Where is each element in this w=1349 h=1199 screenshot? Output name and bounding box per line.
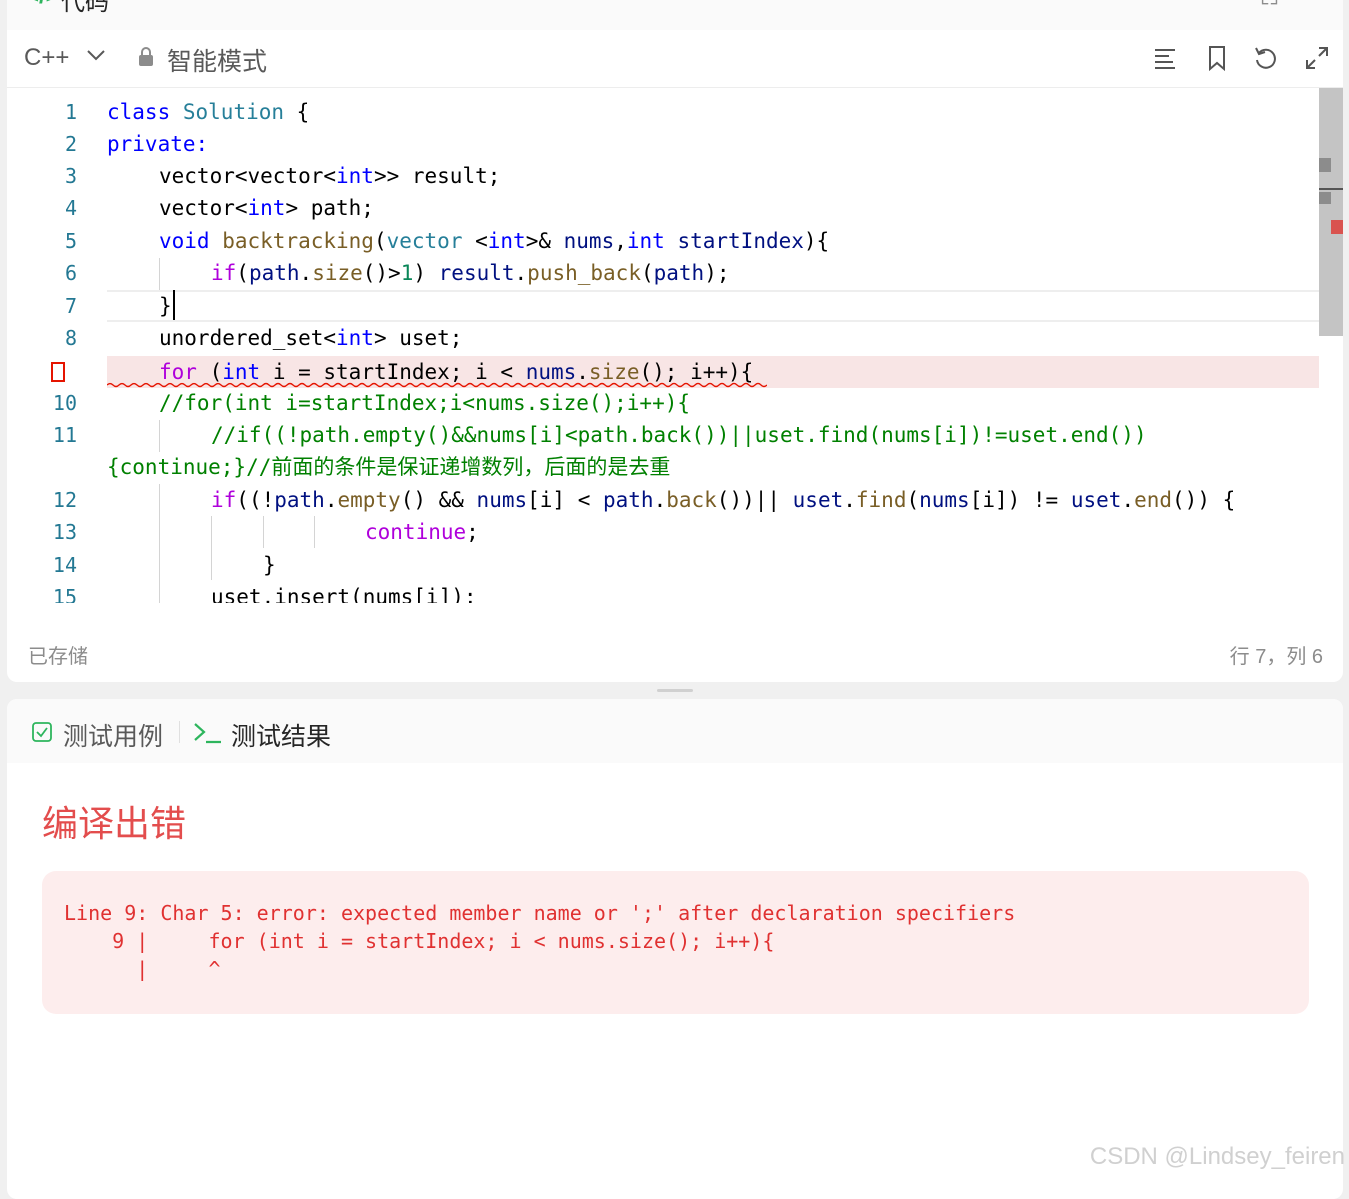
code-line: 11 //if((!path.empty()&&nums[i]<path.bac… bbox=[52, 423, 1147, 447]
scroll-marker bbox=[1319, 192, 1331, 204]
cursor-position: 行 7，列 6 bbox=[1229, 646, 1323, 668]
compile-error-title: 编译出错 bbox=[42, 803, 187, 844]
scroll-marker bbox=[1319, 188, 1343, 190]
test-tabs: 测试用例 测试结果 bbox=[7, 699, 1343, 763]
editor-scrollbar[interactable] bbox=[1319, 88, 1343, 336]
reset-icon[interactable] bbox=[1252, 44, 1280, 72]
code-line: 5 void backtracking(vector <int>& nums,i… bbox=[64, 229, 830, 253]
error-line: | ^ bbox=[64, 957, 221, 981]
status-bar: 已存储 行 7，列 6 bbox=[7, 622, 1343, 682]
bookmark-icon[interactable] bbox=[1203, 44, 1231, 72]
code-line: 2 private: bbox=[64, 132, 209, 156]
saved-status: 已存储 bbox=[28, 646, 88, 668]
panel-resize-handle[interactable] bbox=[657, 689, 693, 692]
tab-test-result-label: 测试结果 bbox=[231, 723, 332, 751]
lock-icon bbox=[139, 47, 153, 66]
language-select[interactable]: C++ bbox=[24, 44, 69, 72]
code-line: 1 class Solution { bbox=[64, 100, 310, 124]
code-line: 7 } bbox=[64, 294, 172, 318]
code-line: 10 //for(int i=startIndex;i<nums.size();… bbox=[52, 391, 691, 415]
error-line: Line 9: Char 5: error: expected member n… bbox=[64, 901, 1016, 925]
code-line: 8 unordered_set<int> uset; bbox=[64, 326, 463, 350]
error-line: 9 | for (int i = startIndex; i < nums.si… bbox=[64, 929, 775, 953]
format-icon[interactable] bbox=[1151, 44, 1179, 72]
watermark: CSDN @Lindsey_feiren bbox=[1089, 1143, 1345, 1170]
code-line: 6 if(path.size()>1) result.push_back(pat… bbox=[64, 261, 730, 285]
code-line: 13 continue; bbox=[52, 520, 479, 544]
expand-icon[interactable]: ⌞⌟ bbox=[1260, 0, 1279, 9]
code-line: 15 uset.insert(nums[i]); bbox=[52, 585, 477, 603]
tab-divider bbox=[179, 721, 180, 743]
code-line-wrap: {continue;}//前面的条件是保证递增数列，后面的是去重 bbox=[107, 455, 671, 479]
panel-header: </> 代码 ⌞⌟ ⌃ bbox=[7, 0, 1343, 31]
text-cursor bbox=[173, 290, 175, 320]
error-scroll-marker bbox=[1331, 220, 1343, 234]
scroll-marker bbox=[1319, 158, 1331, 172]
code-line: 4 vector<int> path; bbox=[64, 196, 374, 220]
terminal-icon bbox=[194, 723, 221, 744]
checkbox-icon bbox=[32, 722, 52, 742]
tab-test-cases-label: 测试用例 bbox=[63, 723, 164, 751]
panel-title: 代码 bbox=[61, 0, 109, 16]
collapse-icon[interactable]: ⌃ bbox=[1307, 0, 1325, 8]
test-panel: 测试用例 测试结果 编译出错 Line 9: Char 5: error: ex… bbox=[7, 699, 1343, 1199]
code-panel: </> 代码 ⌞⌟ ⌃ C++ 智能模式 bbox=[7, 0, 1343, 682]
error-output: Line 9: Char 5: error: expected member n… bbox=[42, 871, 1309, 1014]
smart-mode-toggle[interactable]: 智能模式 bbox=[167, 42, 267, 78]
chevron-down-icon[interactable] bbox=[85, 44, 107, 66]
code-editor[interactable]: 1 class Solution { 2 private: 3 vector<v… bbox=[7, 88, 1319, 603]
code-line: 3 vector<vector<int>> result; bbox=[64, 164, 501, 188]
code-icon: </> bbox=[25, 0, 60, 10]
code-line: 14 } bbox=[52, 553, 276, 577]
code-line: 12 if((!path.empty() && nums[i] < path.b… bbox=[52, 488, 1236, 512]
fullscreen-icon[interactable] bbox=[1303, 44, 1331, 72]
editor-toolbar: C++ 智能模式 bbox=[7, 30, 1343, 88]
